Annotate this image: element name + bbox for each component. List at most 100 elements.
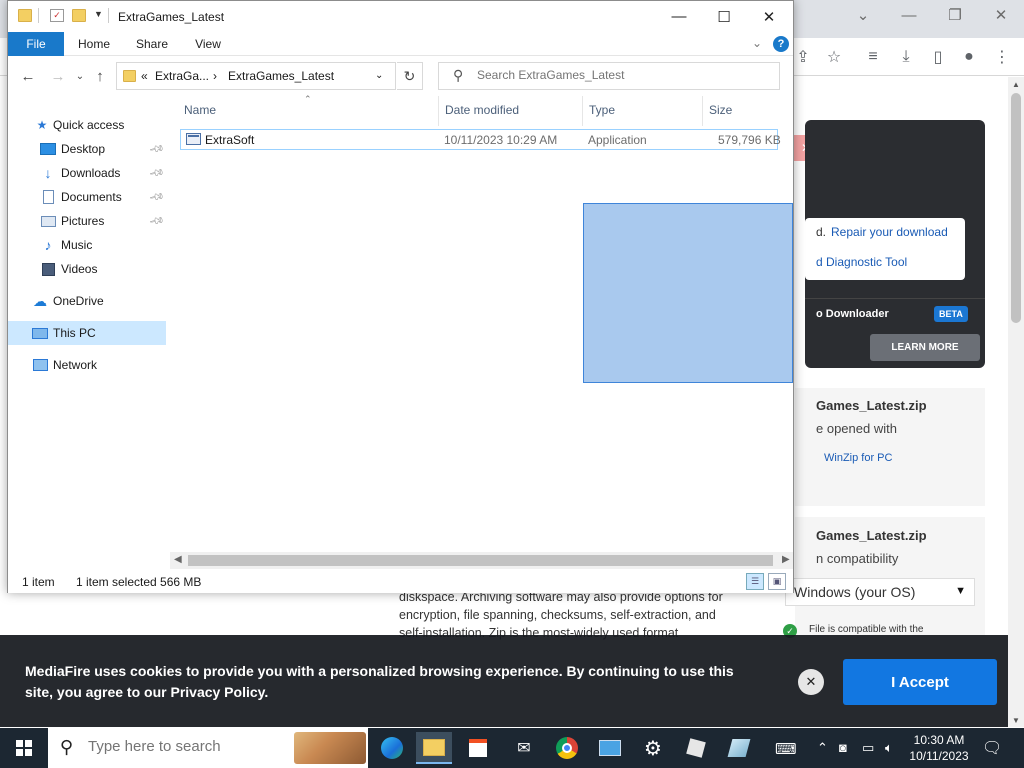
pin-icon[interactable]: 📌︎ (148, 213, 165, 229)
scroll-right-icon[interactable]: ▶ (782, 554, 790, 565)
scroll-up-icon[interactable]: ▲ (1008, 77, 1024, 91)
maximize-button[interactable]: ☐ (701, 1, 747, 32)
tab-home[interactable]: Home (72, 32, 116, 56)
up-arrow-icon[interactable]: ↑ (90, 67, 110, 85)
tab-file[interactable]: File (8, 32, 64, 56)
system-clock[interactable]: 10:30 AM 10/11/2023 (908, 732, 970, 764)
item-count: 1 item (22, 575, 55, 589)
downloader-label: o Downloader (816, 308, 889, 320)
nav-pictures[interactable]: Pictures 📌︎ (8, 209, 166, 233)
column-date-modified[interactable]: Date modified (445, 103, 519, 117)
back-arrow-icon[interactable]: ← (18, 67, 38, 85)
refresh-icon[interactable]: ↻ (397, 62, 423, 90)
tab-share[interactable]: Share (130, 32, 174, 56)
learn-more-button[interactable]: LEARN MORE (870, 334, 980, 361)
pin-icon[interactable]: 📌︎ (148, 165, 165, 181)
os-select[interactable]: Windows (your OS) ▼ (785, 578, 975, 606)
taskbar-search-box[interactable]: ⚲ (48, 728, 368, 768)
scrollbar-thumb[interactable] (1011, 93, 1021, 323)
scrollbar-thumb[interactable] (188, 555, 773, 566)
nav-network[interactable]: Network (8, 353, 166, 377)
column-size[interactable]: Size (709, 103, 732, 117)
meet-now-icon[interactable]: ◙ (839, 740, 847, 755)
ribbon-tabs: File Home Share View ⌄ ? (8, 32, 793, 56)
details-view-icon[interactable]: ☰ (746, 573, 764, 590)
breadcrumb-parent[interactable]: ExtraGa... (155, 69, 209, 83)
show-hidden-icons-chevron[interactable]: ⌃ (817, 740, 828, 756)
breadcrumb-separator[interactable]: › (213, 69, 217, 83)
search-box[interactable]: ⚲ (438, 62, 780, 90)
browser-menu-icon[interactable]: ⋮ (991, 46, 1013, 68)
column-name[interactable]: Name (184, 103, 216, 117)
store-icon[interactable] (460, 732, 496, 764)
browser-restore-button[interactable]: ❐ (940, 4, 970, 26)
windows-start-icon[interactable] (6, 732, 42, 764)
address-bar[interactable]: « ExtraGa... › ExtraGames_Latest ⌄ (116, 62, 396, 90)
edge-icon[interactable] (374, 732, 410, 764)
settings-gear-icon[interactable]: ⚙ (635, 732, 671, 764)
browser-close-button[interactable]: ✕ (986, 4, 1016, 26)
scroll-down-icon[interactable]: ▼ (1008, 713, 1024, 727)
nav-music[interactable]: ♪ Music (8, 233, 166, 257)
search-input[interactable] (477, 68, 767, 82)
browser-minimize-button[interactable]: — (894, 4, 924, 26)
column-type[interactable]: Type (589, 103, 615, 117)
compat-file-heading: Games_Latest.zip (816, 528, 927, 543)
clock-date: 10/11/2023 (909, 749, 969, 763)
forward-arrow-icon[interactable]: → (48, 67, 68, 85)
pin-icon[interactable]: 📌︎ (148, 141, 165, 157)
share-icon[interactable]: ⇪ (792, 46, 814, 68)
volume-icon[interactable]: 🔈︎ (885, 740, 893, 756)
new-folder-icon[interactable] (72, 9, 86, 22)
properties-icon[interactable]: ✓ (50, 9, 64, 22)
close-button[interactable]: ✕ (746, 1, 792, 32)
network-status-icon[interactable]: ▭ (862, 740, 874, 756)
file-list-view[interactable]: ⌃ Name Date modified Type Size ExtraSoft… (170, 94, 793, 546)
app-icon[interactable] (721, 732, 757, 764)
side-panel-icon[interactable]: ▯ (927, 46, 949, 68)
expand-ribbon-icon[interactable]: ⌄ (752, 36, 762, 50)
keyboard-icon[interactable]: ⌨ (775, 740, 797, 758)
chrome-icon[interactable] (549, 732, 585, 764)
address-dropdown-icon[interactable]: ⌄ (375, 70, 383, 81)
downloads-icon[interactable]: ⤓ (895, 46, 917, 68)
repair-download-link[interactable]: Repair your download (831, 225, 948, 239)
customize-toolbar-icon[interactable]: ▼ (94, 9, 103, 19)
scroll-left-icon[interactable]: ◀ (174, 554, 182, 565)
control-panel-icon[interactable] (592, 732, 628, 764)
bookmark-star-icon[interactable]: ☆ (823, 46, 845, 68)
large-icons-view-icon[interactable]: ▣ (768, 573, 786, 590)
nav-onedrive[interactable]: ☁ OneDrive (8, 289, 166, 313)
roblox-icon[interactable] (678, 732, 714, 764)
nav-this-pc[interactable]: This PC (8, 321, 166, 345)
horizontal-scrollbar[interactable]: ◀ ▶ (170, 552, 793, 569)
file-explorer-icon[interactable] (416, 732, 452, 764)
page-scrollbar[interactable]: ▲ ▼ (1008, 77, 1024, 727)
explorer-title-bar[interactable]: ✓ ▼ ExtraGames_Latest — ☐ ✕ (8, 1, 793, 32)
nav-downloads[interactable]: ↓ Downloads 📌︎ (8, 161, 166, 185)
tab-search-icon[interactable]: ⌄ (848, 4, 878, 26)
diagnostic-tool-link[interactable]: d Diagnostic Tool (816, 255, 907, 269)
recent-locations-icon[interactable]: ⌄ (70, 67, 90, 85)
file-size: 579,796 KB (718, 133, 781, 147)
winzip-link[interactable]: WinZip for PC (824, 452, 892, 464)
pin-icon[interactable]: 📌︎ (148, 189, 165, 205)
minimize-button[interactable]: — (656, 1, 702, 32)
nav-desktop[interactable]: Desktop 📌︎ (8, 137, 166, 161)
cookie-close-button[interactable]: ✕ (798, 669, 824, 695)
reading-list-icon[interactable]: ≡ (862, 46, 884, 68)
breadcrumb-overflow[interactable]: « (141, 69, 148, 83)
cookie-accept-button[interactable]: I Accept (843, 659, 997, 705)
help-icon[interactable]: ? (773, 36, 789, 52)
notifications-icon[interactable]: 🗨︎ (982, 738, 1002, 758)
mail-icon[interactable]: ✉ (506, 732, 542, 764)
tab-view[interactable]: View (188, 32, 228, 56)
file-row[interactable]: ExtraSoft 10/11/2023 10:29 AM Applicatio… (180, 129, 781, 150)
profile-avatar-icon[interactable]: ● (958, 46, 980, 68)
taskbar-search-input[interactable] (88, 738, 288, 755)
nav-videos[interactable]: Videos (8, 257, 166, 281)
repair-prefix: d. (816, 225, 827, 239)
breadcrumb-current[interactable]: ExtraGames_Latest (228, 69, 334, 83)
nav-documents[interactable]: Documents 📌︎ (8, 185, 166, 209)
nav-quick-access[interactable]: ★ Quick access (8, 113, 166, 137)
